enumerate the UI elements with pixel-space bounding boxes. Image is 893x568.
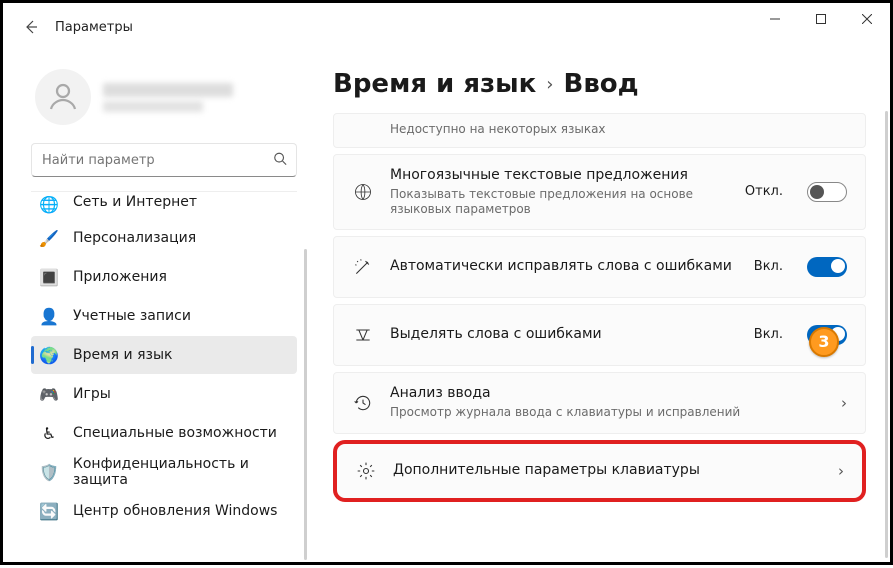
- annotation-step-badge: 3: [809, 327, 839, 357]
- sidebar-item-label: Учетные записи: [73, 308, 191, 324]
- nav-list: 🌐 Сеть и Интернет 🖌️ Персонализация 🔳 Пр…: [31, 191, 297, 530]
- breadcrumb: Время и язык › Ввод: [333, 69, 866, 99]
- sidebar-item-label: Время и язык: [73, 347, 172, 363]
- sidebar-item-label: Персонализация: [73, 230, 196, 246]
- page-title: Ввод: [564, 69, 639, 99]
- update-icon: 🔄: [39, 501, 59, 521]
- account-icon: 👤: [39, 306, 59, 326]
- sidebar-item-privacy[interactable]: 🛡️ Конфиденциальность и защита: [31, 453, 297, 491]
- chevron-right-icon: ›: [838, 462, 844, 480]
- shield-icon: 🛡️: [39, 462, 59, 482]
- card-title: Выделять слова с ошибками: [390, 326, 738, 344]
- user-name-masked: [103, 83, 233, 97]
- chevron-right-icon: ›: [841, 394, 847, 412]
- sidebar-item-label: Сеть и Интернет: [73, 194, 197, 210]
- window-controls: [752, 3, 890, 35]
- toggle-status: Вкл.: [754, 259, 783, 274]
- highlight-icon: [352, 325, 374, 345]
- sidebar-item-label: Специальные возможности: [73, 425, 277, 441]
- user-account-block[interactable]: [31, 55, 297, 135]
- arrow-left-icon: [23, 19, 39, 35]
- close-icon: [862, 14, 872, 24]
- card-title: Многоязычные текстовые предложения: [390, 167, 729, 185]
- apps-icon: 🔳: [39, 267, 59, 287]
- minimize-icon: [770, 14, 780, 24]
- sidebar-item-gaming[interactable]: 🎮 Игры: [31, 375, 297, 413]
- search-icon: [273, 151, 287, 170]
- sidebar-item-label: Игры: [73, 386, 111, 402]
- close-button[interactable]: [844, 3, 890, 35]
- card-advanced-keyboard[interactable]: Дополнительные параметры клавиатуры ›: [333, 440, 866, 502]
- sidebar-item-accessibility[interactable]: ♿ Специальные возможности: [31, 414, 297, 452]
- card-subtitle: Недоступно на некоторых языках: [390, 122, 847, 137]
- card-subtitle: Просмотр журнала ввода с клавиатуры и ис…: [390, 405, 817, 420]
- sidebar-item-time-language[interactable]: 🌍 Время и язык: [31, 336, 297, 374]
- card-title: Дополнительные параметры клавиатуры: [393, 462, 814, 480]
- wand-icon: [352, 257, 374, 277]
- user-info: [103, 83, 233, 112]
- avatar: [35, 69, 91, 125]
- card-title: Автоматически исправлять слова с ошибкам…: [390, 258, 738, 276]
- language-icon: [352, 182, 374, 202]
- gear-icon: [355, 461, 377, 481]
- search-input[interactable]: [31, 143, 297, 177]
- network-icon: 🌐: [39, 194, 59, 214]
- toggle-status: Вкл.: [754, 327, 783, 342]
- search-box[interactable]: [31, 143, 297, 177]
- history-icon: [352, 393, 374, 413]
- breadcrumb-parent[interactable]: Время и язык: [333, 69, 536, 99]
- sidebar-item-apps[interactable]: 🔳 Приложения: [31, 258, 297, 296]
- card-autocorrect[interactable]: Автоматически исправлять слова с ошибкам…: [333, 236, 866, 298]
- card-partial-note: Недоступно на некоторых языках: [333, 113, 866, 148]
- accessibility-icon: ♿: [39, 423, 59, 443]
- gamepad-icon: 🎮: [39, 384, 59, 404]
- back-button[interactable]: [11, 7, 51, 47]
- card-title: Анализ ввода: [390, 385, 817, 403]
- user-email-masked: [103, 101, 203, 112]
- settings-list: Недоступно на некоторых языках Многоязыч…: [333, 113, 866, 502]
- sidebar-item-label: Приложения: [73, 269, 167, 285]
- window-title: Параметры: [55, 20, 133, 35]
- sidebar: 🌐 Сеть и Интернет 🖌️ Персонализация 🔳 Пр…: [3, 51, 309, 568]
- toggle-switch[interactable]: [807, 257, 847, 277]
- brush-icon: 🖌️: [39, 228, 59, 248]
- sidebar-item-windows-update[interactable]: 🔄 Центр обновления Windows: [31, 492, 297, 530]
- card-multilang-suggestions[interactable]: Многоязычные текстовые предложения Показ…: [333, 154, 866, 230]
- card-input-analysis[interactable]: Анализ ввода Просмотр журнала ввода с кл…: [333, 372, 866, 434]
- card-subtitle: Показывать текстовые предложения на осно…: [390, 187, 729, 217]
- toggle-switch[interactable]: [807, 182, 847, 202]
- sidebar-item-network[interactable]: 🌐 Сеть и Интернет: [31, 194, 297, 218]
- card-highlight-misspelled[interactable]: Выделять слова с ошибками Вкл.: [333, 304, 866, 366]
- sidebar-item-label: Конфиденциальность и защита: [73, 456, 287, 488]
- globe-clock-icon: 🌍: [39, 345, 59, 365]
- main-content: Время и язык › Ввод Недоступно на некото…: [309, 51, 890, 568]
- chevron-right-icon: ›: [546, 74, 553, 95]
- maximize-icon: [816, 14, 826, 24]
- maximize-button[interactable]: [798, 3, 844, 35]
- sidebar-scrollbar[interactable]: [304, 249, 307, 560]
- main-scrollbar[interactable]: [885, 111, 888, 558]
- person-icon: [45, 79, 81, 115]
- title-bar: Параметры: [3, 3, 890, 51]
- toggle-status: Откл.: [745, 184, 783, 199]
- minimize-button[interactable]: [752, 3, 798, 35]
- sidebar-item-personalization[interactable]: 🖌️ Персонализация: [31, 219, 297, 257]
- sidebar-item-accounts[interactable]: 👤 Учетные записи: [31, 297, 297, 335]
- sidebar-item-label: Центр обновления Windows: [73, 503, 277, 519]
